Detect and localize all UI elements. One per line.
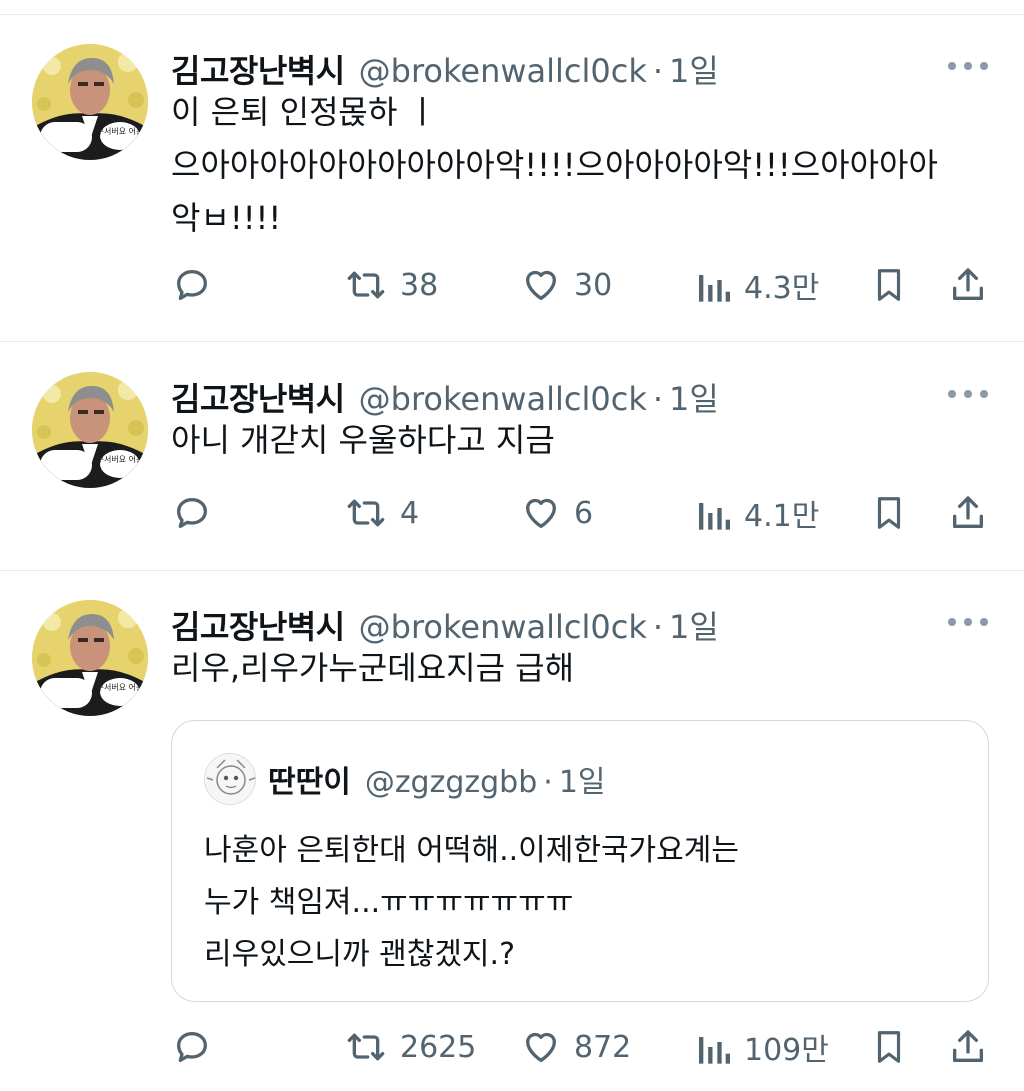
views-chart-icon	[699, 1037, 730, 1064]
author-handle[interactable]: @brokenwallcl0ck	[359, 52, 647, 90]
views-button[interactable]: 109만	[696, 1024, 829, 1070]
separator-dot: ·	[543, 765, 553, 800]
tweet-actions: 2625 872 109만	[0, 1024, 1024, 1070]
share-button[interactable]	[948, 1024, 988, 1070]
bookmark-button[interactable]	[870, 262, 908, 308]
like-button[interactable]: 6	[520, 490, 593, 536]
tweet-header: 김고장난벽시 @brokenwallcl0ck · 1일	[171, 602, 719, 646]
heart-icon	[526, 498, 556, 528]
retweet-icon	[347, 1033, 385, 1061]
heart-icon	[526, 1032, 556, 1062]
quoted-timestamp: 1일	[558, 765, 606, 800]
quoted-text: 나훈아 은퇴한대 어떡해..이제한국가요계는 누가 책임져...ㅠㅠㅠㅠㅠㅠㅠ …	[204, 825, 739, 981]
tweet-header: 김고장난벽시 @brokenwallcl0ck · 1일	[171, 374, 719, 418]
like-button[interactable]: 30	[520, 262, 612, 308]
share-icon	[953, 1030, 983, 1062]
retweet-button[interactable]: 2625	[344, 1024, 476, 1070]
retweet-count: 4	[400, 495, 420, 531]
avatar[interactable]: 무서버요 어흥	[32, 44, 148, 160]
retweet-button[interactable]: 38	[344, 262, 438, 308]
like-count: 6	[574, 495, 594, 531]
reply-button[interactable]	[172, 1024, 212, 1070]
reply-button[interactable]	[172, 262, 212, 308]
quoted-text-line: 리우있으니까 괜찮겠지.?	[204, 937, 515, 972]
views-button[interactable]: 4.1만	[696, 490, 819, 536]
heart-icon	[526, 270, 556, 300]
reply-icon	[177, 498, 207, 528]
views-count: 109만	[744, 1033, 829, 1068]
avatar[interactable]: 무서버요 어흥	[32, 372, 148, 488]
divider	[0, 570, 1024, 571]
reply-icon	[177, 1032, 207, 1062]
reply-icon	[177, 270, 207, 300]
reply-button[interactable]	[172, 490, 212, 536]
share-button[interactable]	[948, 262, 988, 308]
separator-dot: ·	[652, 380, 664, 418]
avatar-caption: 무서버요 어흥	[97, 454, 144, 464]
like-count: 30	[574, 267, 613, 303]
tweet-text: 아니 개갇치 우울하다고 지금	[171, 414, 1001, 467]
avatar[interactable]: 무서버요 어흥	[32, 600, 148, 716]
share-icon	[953, 496, 983, 528]
bookmark-button[interactable]	[870, 490, 908, 536]
quoted-author-handle[interactable]: @zgzgzgbb	[365, 765, 537, 800]
tweet-text-line: 악ㅂ!!!!	[171, 199, 282, 237]
tweet-text: 리우,리우가누군데요지금 급해	[171, 642, 1001, 695]
tweet-text-line: 리우,리우가누군데요지금 급해	[171, 649, 575, 687]
retweet-button[interactable]: 4	[344, 490, 419, 536]
author-handle[interactable]: @brokenwallcl0ck	[359, 380, 647, 418]
quoted-header: 딴딴이 @zgzgzgbb · 1일	[268, 757, 606, 801]
divider	[0, 14, 1024, 15]
more-dots-icon[interactable]	[948, 62, 988, 72]
tweet-actions: 38 30 4.3만	[0, 262, 1024, 308]
quoted-text-line: 누가 책임져...ㅠㅠㅠㅠㅠㅠㅠ	[204, 885, 574, 920]
tweet-header: 김고장난벽시 @brokenwallcl0ck · 1일	[171, 46, 719, 90]
share-button[interactable]	[948, 490, 988, 536]
separator-dot: ·	[652, 608, 664, 646]
retweet-count: 38	[400, 267, 439, 303]
retweet-icon	[347, 499, 385, 527]
tweet-text-line: 아니 개갇치 우울하다고 지금	[171, 421, 555, 459]
tweet-text-line: 으아아아아아아아아아아악!!!!으아아아아악!!!으아아아아	[171, 146, 938, 184]
avatar-caption: 무서버요 어흥	[97, 126, 144, 136]
bookmark-icon	[877, 1031, 901, 1063]
author-handle[interactable]: @brokenwallcl0ck	[359, 608, 647, 646]
views-chart-icon	[699, 275, 730, 302]
like-count: 872	[574, 1029, 632, 1065]
quoted-text-line: 나훈아 은퇴한대 어떡해..이제한국가요계는	[204, 833, 739, 868]
like-button[interactable]: 872	[520, 1024, 631, 1070]
share-icon	[953, 268, 983, 300]
more-dots-icon[interactable]	[948, 390, 988, 400]
avatar-caption: 무서버요 어흥	[97, 682, 144, 692]
bookmark-icon	[877, 269, 901, 301]
views-chart-icon	[699, 503, 730, 530]
quoted-author-name[interactable]: 딴딴이	[268, 757, 351, 801]
quoted-tweet[interactable]: 딴딴이 @zgzgzgbb · 1일 나훈아 은퇴한대 어떡해..이제한국가요계…	[171, 720, 989, 1002]
views-button[interactable]: 4.3만	[696, 262, 819, 308]
bookmark-icon	[877, 497, 901, 529]
retweet-icon	[347, 271, 385, 299]
views-count: 4.1만	[744, 499, 820, 534]
tweet-actions: 4 6 4.1만	[0, 490, 1024, 536]
views-count: 4.3만	[744, 271, 820, 306]
retweet-count: 2625	[400, 1029, 477, 1065]
separator-dot: ·	[652, 52, 664, 90]
tweet-text-line: 이 은퇴 인정몭하 ㅣ	[171, 93, 438, 131]
bookmark-button[interactable]	[870, 1024, 908, 1070]
divider	[0, 341, 1024, 342]
tweet-text: 이 은퇴 인정몭하 ㅣ 으아아아아아아아아아아악!!!!으아아아아악!!!으아아…	[171, 86, 1001, 245]
quoted-avatar[interactable]	[204, 753, 256, 805]
more-dots-icon[interactable]	[948, 618, 988, 628]
